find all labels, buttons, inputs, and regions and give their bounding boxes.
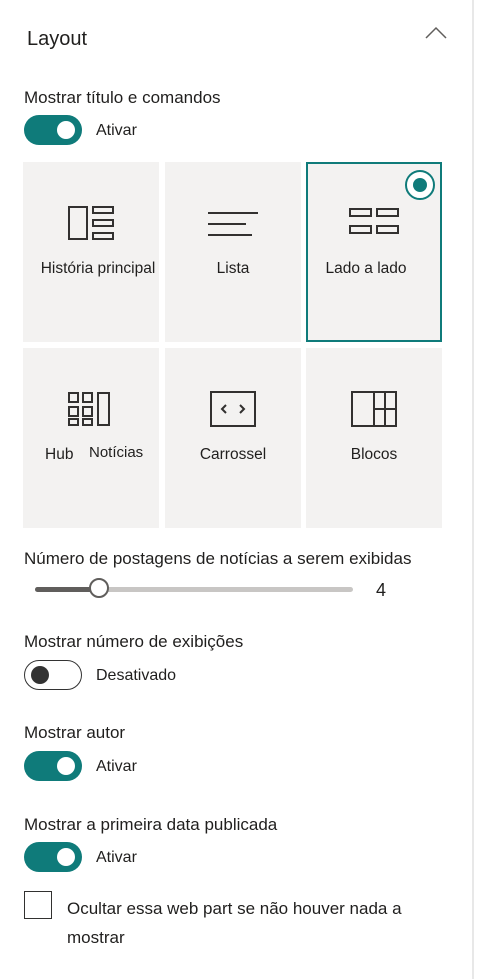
layout-option-carousel[interactable]: Carrossel — [165, 348, 301, 528]
panel-right-border — [472, 0, 474, 979]
show-title-state: Ativar — [96, 122, 137, 139]
layout-option-list[interactable]: Lista — [165, 162, 301, 342]
hide-empty-label-line1: Ocultar essa web part se não houver nada… — [67, 899, 402, 918]
posts-count-value: 4 — [376, 580, 387, 600]
top-story-icon — [68, 206, 114, 240]
hide-empty-label-line2: mostrar — [67, 928, 125, 947]
side-by-side-icon — [349, 208, 399, 234]
list-icon — [208, 212, 258, 236]
author-toggle[interactable] — [24, 751, 82, 781]
posts-count-label: Número de postagens de notícias a serem … — [24, 549, 412, 568]
first-date-toggle[interactable] — [24, 842, 82, 872]
panel-title: Layout — [27, 28, 88, 50]
slider-thumb[interactable] — [89, 578, 109, 598]
hide-empty-checkbox[interactable] — [24, 891, 52, 919]
tiles-icon — [351, 391, 397, 427]
layout-option-side-by-side[interactable]: Lado a lado — [306, 162, 442, 342]
view-count-state: Desativado — [96, 667, 177, 684]
layout-label-list: Lista — [216, 260, 250, 277]
layout-label-hub: Hub — [45, 446, 74, 463]
layout-label-top-story: História principal — [40, 260, 156, 277]
layout-option-top-story[interactable]: História principal — [23, 162, 159, 342]
layout-label-side-by-side: Lado a lado — [325, 260, 407, 277]
show-title-toggle[interactable] — [24, 115, 82, 145]
author-label: Mostrar autor — [24, 723, 126, 742]
first-date-label: Mostrar a primeira data publicada — [24, 815, 278, 834]
selected-radio-icon — [405, 170, 435, 200]
layout-label-news: Notícias — [89, 444, 144, 461]
layout-option-tiles[interactable]: Blocos — [306, 348, 442, 528]
layout-label-tiles: Blocos — [350, 446, 398, 463]
hub-news-icon — [68, 392, 110, 426]
show-title-label: Mostrar título e comandos — [24, 88, 221, 107]
collapse-chevron-up-icon[interactable] — [422, 22, 450, 44]
layout-label-carousel: Carrossel — [199, 446, 267, 463]
layout-option-hub-news[interactable]: Hub Notícias — [23, 348, 159, 528]
first-date-state: Ativar — [96, 849, 137, 866]
carousel-icon — [210, 391, 256, 427]
view-count-label: Mostrar número de exibições — [24, 632, 244, 651]
view-count-toggle[interactable] — [24, 660, 82, 690]
posts-count-slider[interactable] — [35, 578, 353, 598]
author-state: Ativar — [96, 758, 137, 775]
